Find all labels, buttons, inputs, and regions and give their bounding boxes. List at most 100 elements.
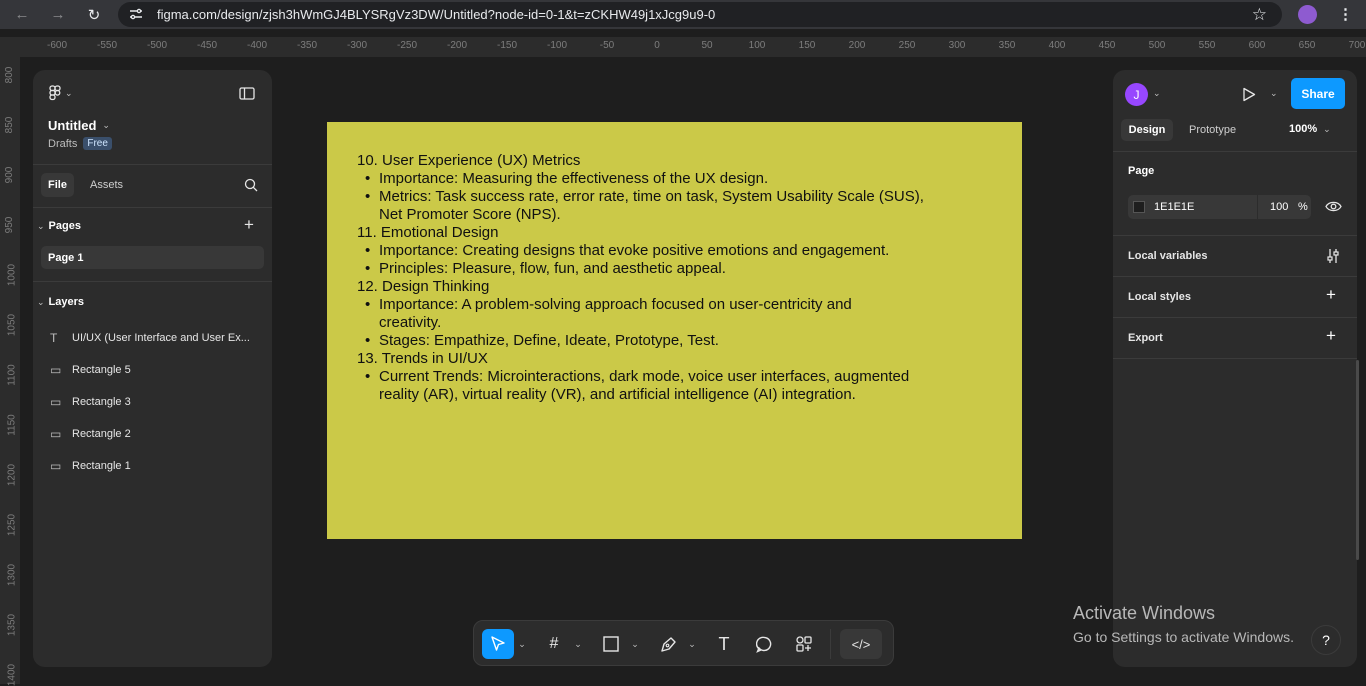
page-color-value[interactable]: 1E1E1E: [1154, 201, 1194, 213]
scrollbar[interactable]: [1356, 360, 1359, 560]
rectangle-icon: ▭: [50, 459, 62, 473]
zoom-dropdown[interactable]: 100% ⌄: [1289, 123, 1331, 135]
url-text[interactable]: figma.com/design/zjsh3hWmGJ4BLYSRgVz3DW/…: [157, 7, 715, 22]
horizontal-ruler: -600 -550 -500 -450 -400 -350 -300 -250 -200 -150…: [20, 37, 1366, 57]
ruler-tick: 1200: [6, 463, 18, 487]
pen-tool-button[interactable]: [655, 629, 681, 659]
ruler-tick: 50: [701, 40, 713, 51]
text-line: Metrics: Task success rate, error rate, …: [357, 188, 997, 206]
comment-tool-button[interactable]: [751, 629, 777, 659]
chevron-down-icon: ⌄: [1323, 123, 1331, 134]
chevron-down-icon[interactable]: ⌄: [686, 629, 698, 659]
ruler-tick: 1300: [6, 563, 18, 587]
text-line: Net Promoter Score (NPS).: [379, 206, 561, 223]
export-label[interactable]: Export: [1128, 332, 1163, 344]
ruler-tick: 1350: [6, 613, 18, 637]
main-menu-button[interactable]: ⌄: [49, 85, 73, 101]
ruler-tick: -100: [546, 40, 568, 51]
help-button[interactable]: ?: [1311, 625, 1341, 655]
frame-text-block[interactable]: 10. User Experience (UX) Metrics Importan…: [357, 152, 997, 404]
frame-hash-icon: #: [549, 635, 559, 652]
text-line: Current Trends: Microinteractions, dark …: [357, 368, 997, 386]
divider: [33, 164, 272, 165]
bottom-toolbar: ⌄ # ⌄ ⌄ ⌄ T </>: [473, 620, 894, 666]
ruler-tick: 600: [1248, 40, 1266, 51]
text-line: Importance: A problem-solving approach f…: [357, 296, 997, 314]
tab-assets[interactable]: Assets: [90, 179, 123, 191]
add-export-icon[interactable]: +: [1326, 326, 1336, 346]
dev-mode-toggle[interactable]: </>: [840, 629, 882, 659]
layer-name: UI/UX (User Interface and User Ex...: [72, 332, 250, 344]
forward-icon[interactable]: →: [40, 6, 76, 23]
ruler-tick: -450: [196, 40, 218, 51]
divider: [1113, 151, 1357, 152]
sidebar-toggle-icon[interactable]: [239, 87, 255, 100]
chevron-down-icon[interactable]: ⌄: [516, 629, 528, 659]
ruler-tick: 250: [898, 40, 916, 51]
text-tool-button[interactable]: T: [711, 629, 737, 659]
components-grid-icon: [796, 636, 812, 652]
ruler-tick: 0: [654, 40, 660, 51]
local-styles-label[interactable]: Local styles: [1128, 291, 1191, 303]
rectangle-icon: [603, 636, 619, 652]
text-line: reality (AR), virtual reality (VR), and …: [379, 386, 856, 403]
color-swatch[interactable]: [1133, 201, 1145, 213]
ruler-tick: -150: [496, 40, 518, 51]
pages-title: Pages: [48, 220, 81, 232]
page-color-field[interactable]: 1E1E1E 100 %: [1128, 195, 1311, 219]
add-page-icon[interactable]: +: [244, 215, 254, 235]
layers-header[interactable]: ⌄ Layers: [37, 296, 84, 308]
back-icon[interactable]: ←: [4, 6, 40, 23]
ruler-tick: 900: [3, 166, 15, 184]
share-button[interactable]: Share: [1291, 78, 1345, 109]
present-play-icon[interactable]: [1242, 87, 1256, 102]
layer-item[interactable]: ▭ Rectangle 1: [50, 450, 131, 482]
ruler-tick: 1100: [6, 364, 18, 386]
user-avatar[interactable]: J: [1125, 83, 1148, 106]
frame-tool-button[interactable]: #: [541, 629, 567, 659]
section-heading: 12. Design Thinking: [357, 278, 490, 295]
chevron-down-icon[interactable]: ⌄: [1270, 88, 1278, 99]
zoom-level: 100%: [1289, 123, 1318, 135]
local-variables-label[interactable]: Local variables: [1128, 250, 1208, 262]
tab-design[interactable]: Design: [1121, 119, 1173, 141]
pages-header[interactable]: ⌄ Pages: [37, 220, 81, 232]
bookmark-star-icon[interactable]: ☆: [1252, 5, 1267, 25]
layer-item[interactable]: ▭ Rectangle 2: [50, 418, 131, 450]
search-icon[interactable]: [244, 178, 258, 192]
shape-tool-button[interactable]: [598, 629, 624, 659]
page-item-page-1[interactable]: Page 1: [41, 246, 264, 269]
chevron-down-icon[interactable]: ⌄: [629, 629, 641, 659]
profile-avatar[interactable]: [1298, 5, 1317, 24]
ruler-tick: 1250: [6, 513, 18, 537]
drafts-label[interactable]: Drafts: [48, 138, 77, 150]
page-opacity-value[interactable]: 100: [1270, 201, 1288, 213]
cursor-arrow-icon: [491, 636, 505, 651]
layer-item[interactable]: T UI/UX (User Interface and User Ex...: [50, 322, 250, 354]
ruler-tick: 100: [748, 40, 766, 51]
chevron-down-icon[interactable]: ⌄: [1153, 88, 1161, 99]
layer-item[interactable]: ▭ Rectangle 5: [50, 354, 131, 386]
move-tool-button[interactable]: [482, 629, 514, 659]
tab-file[interactable]: File: [41, 173, 74, 197]
actions-tool-button[interactable]: [791, 629, 817, 659]
divider: [1113, 358, 1357, 359]
ruler-tick: 950: [3, 216, 15, 234]
reload-icon[interactable]: ↻: [76, 6, 112, 24]
chevron-down-icon[interactable]: ⌄: [572, 629, 584, 659]
variables-adjust-icon[interactable]: [1325, 248, 1341, 264]
file-title: Untitled: [48, 118, 97, 133]
tab-prototype[interactable]: Prototype: [1189, 124, 1236, 136]
add-style-icon[interactable]: +: [1326, 285, 1336, 305]
ruler-tick: -200: [446, 40, 468, 51]
layer-item[interactable]: ▭ Rectangle 3: [50, 386, 131, 418]
browser-menu-icon[interactable]: ⋮: [1338, 5, 1353, 23]
rectangle-icon: ▭: [50, 395, 62, 409]
canvas-frame[interactable]: 10. User Experience (UX) Metrics Importan…: [327, 122, 1022, 539]
address-bar[interactable]: figma.com/design/zjsh3hWmGJ4BLYSRgVz3DW/…: [118, 2, 1282, 27]
site-settings-icon[interactable]: [129, 7, 143, 21]
vertical-ruler: 800 850 900 950 1000 1050 1100 1150 1200 1250 1300…: [0, 57, 20, 686]
section-heading: 10. User Experience (UX) Metrics: [357, 152, 581, 169]
eye-icon[interactable]: [1325, 200, 1342, 213]
file-title-button[interactable]: Untitled ⌄: [48, 118, 110, 133]
